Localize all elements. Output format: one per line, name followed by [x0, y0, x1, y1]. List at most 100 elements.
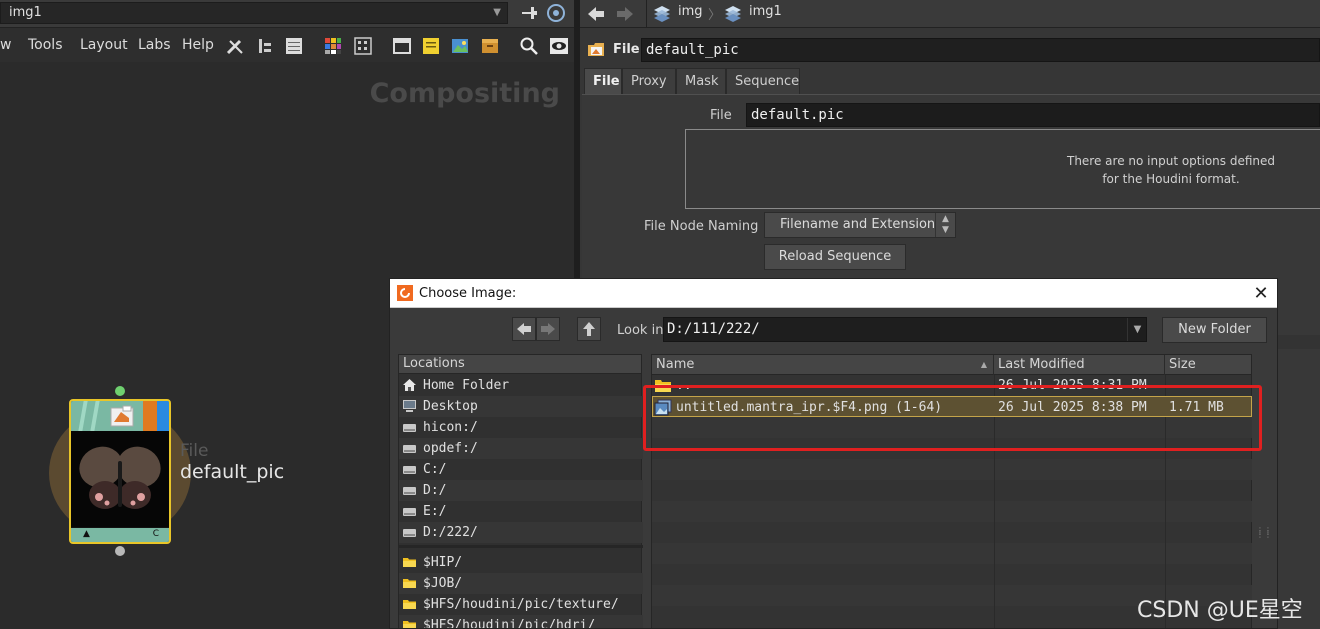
location-c-drive[interactable]: C:/: [399, 459, 643, 480]
drive-icon: [403, 424, 416, 432]
color-palette-icon[interactable]: [323, 36, 343, 56]
tab-file[interactable]: File: [584, 68, 622, 94]
file-node-naming-value: Filename and Extension: [780, 217, 936, 232]
tree-view-icon[interactable]: [255, 36, 275, 56]
bookmark-hip[interactable]: $HIP/: [399, 552, 643, 573]
forward-arrow-icon: [541, 323, 555, 335]
file-path-input[interactable]: default.pic: [746, 103, 1320, 127]
drive-icon: [403, 487, 416, 495]
network-path-bar: img1 ▼: [0, 0, 574, 28]
breadcrumb-img[interactable]: img: [678, 4, 703, 19]
drive-icon: [403, 445, 416, 453]
chevron-down-icon[interactable]: ▼: [493, 3, 501, 23]
node-type-label: File: [180, 441, 209, 461]
bookmark-hfs-texture[interactable]: $HFS/houdini/pic/texture/: [399, 594, 643, 615]
column-modified-label: Last Modified: [998, 357, 1085, 372]
folder-icon: [403, 621, 416, 628]
butterfly-thumbnail-icon: [79, 446, 161, 509]
image-network-icon: [654, 6, 670, 22]
location-e-drive[interactable]: E:/: [399, 501, 643, 522]
asset-box-icon[interactable]: [480, 36, 500, 56]
file-parameter-label: File: [710, 108, 732, 123]
tools-icon[interactable]: [225, 36, 245, 56]
parameter-node-header: File default_pic: [580, 36, 1320, 64]
drive-icon: [403, 529, 416, 537]
locations-panel: Locations Home Folder Desktop hicon:/ op…: [398, 354, 643, 629]
file-node[interactable]: ▲ C: [69, 399, 171, 544]
up-down-arrows-icon: ▲ ▼: [935, 213, 955, 237]
back-arrow-icon: [517, 323, 531, 335]
pin-icon[interactable]: [519, 3, 539, 23]
chevron-down-icon[interactable]: ▼: [1127, 318, 1147, 341]
folder-icon: [403, 558, 416, 567]
location-home-folder[interactable]: Home Folder: [399, 375, 643, 396]
tab-sequence[interactable]: Sequence: [726, 68, 800, 94]
back-button[interactable]: [512, 317, 536, 341]
back-arrow-icon[interactable]: [586, 4, 606, 24]
node-header: [71, 401, 169, 431]
menu-view[interactable]: w: [0, 37, 11, 53]
close-icon[interactable]: ✕: [1251, 283, 1271, 304]
breadcrumb-img1[interactable]: img1: [749, 4, 782, 19]
forward-arrow-icon[interactable]: [615, 4, 635, 24]
menu-tools[interactable]: Tools: [28, 37, 63, 53]
up-arrow-icon: [583, 322, 595, 336]
column-header-size[interactable]: Size: [1165, 355, 1252, 375]
network-menubar: w Tools Layout Labs Help: [0, 32, 574, 60]
file-list-header: Name ▲ Last Modified Size: [652, 355, 1251, 375]
parameter-node-type: File: [613, 42, 640, 57]
node-bypass-flag[interactable]: ▲: [83, 529, 90, 539]
no-options-message-line1: There are no input options defined: [1066, 154, 1276, 168]
choose-image-dialog: Choose Image: ✕ Look in D:/111/222/ ▼ Ne…: [389, 278, 1278, 629]
location-desktop[interactable]: Desktop: [399, 396, 643, 417]
node-name-input[interactable]: default_pic: [641, 38, 1320, 62]
search-icon[interactable]: [519, 36, 539, 56]
sticky-note-icon[interactable]: [421, 36, 441, 56]
network-box-icon[interactable]: [392, 36, 412, 56]
background-image-icon[interactable]: [450, 36, 470, 56]
menu-labs[interactable]: Labs: [138, 37, 171, 53]
desktop-icon: [403, 400, 416, 412]
column-header-last-modified[interactable]: Last Modified: [994, 355, 1165, 375]
resize-grip-icon[interactable]: ⋮⋮ ⋮⋮: [1256, 527, 1272, 541]
location-d-drive[interactable]: D:/: [399, 480, 643, 501]
location-d-222[interactable]: D:/222/: [399, 522, 643, 543]
shape-palette-icon[interactable]: [353, 36, 373, 56]
look-in-input[interactable]: D:/111/222/: [663, 317, 1147, 342]
eye-icon[interactable]: [549, 36, 569, 56]
sort-arrow-icon: ▲: [980, 360, 987, 369]
bookmark-label: $HFS/houdini/pic/hdri/: [423, 618, 596, 629]
node-name-label[interactable]: default_pic: [180, 461, 284, 483]
menu-help[interactable]: Help: [182, 37, 214, 53]
node-input-connector[interactable]: [115, 386, 125, 396]
network-path-field[interactable]: img1 ▼: [0, 2, 508, 24]
node-cook-flag[interactable]: C: [153, 529, 159, 539]
locations-header: Locations: [399, 355, 641, 374]
node-output-connector[interactable]: [115, 546, 125, 556]
tab-mask[interactable]: Mask: [676, 68, 726, 94]
tab-proxy[interactable]: Proxy: [622, 68, 676, 94]
node-footer: ▲ C: [71, 528, 169, 542]
menu-layout[interactable]: Layout: [80, 37, 128, 53]
forward-button[interactable]: [536, 317, 560, 341]
file-node-icon: [110, 405, 134, 427]
bookmark-job[interactable]: $JOB/: [399, 573, 643, 594]
bookmark-hfs-hdri[interactable]: $HFS/houdini/pic/hdri/: [399, 615, 643, 629]
location-opdef[interactable]: opdef:/: [399, 438, 643, 459]
new-folder-button[interactable]: New Folder: [1162, 317, 1267, 343]
file-node-naming-select[interactable]: Filename and Extension ▲ ▼: [764, 212, 956, 238]
houdini-logo-icon: [397, 285, 413, 301]
network-path-text: img1: [9, 5, 42, 20]
column-header-name[interactable]: Name ▲: [652, 355, 994, 375]
dialog-titlebar: Choose Image: ✕: [390, 279, 1277, 308]
houdini-window: img1 ▼ w Tools Layout Labs Help Composit…: [0, 0, 1320, 629]
reload-sequence-button[interactable]: Reload Sequence: [764, 244, 906, 270]
location-hicon[interactable]: hicon:/: [399, 417, 643, 438]
list-view-icon[interactable]: [284, 36, 304, 56]
location-label: Desktop: [423, 399, 478, 414]
column-name-label: Name: [656, 357, 695, 372]
up-folder-button[interactable]: [577, 317, 601, 341]
drive-icon: [403, 508, 416, 516]
look-in-label: Look in: [617, 323, 664, 338]
target-icon[interactable]: [546, 3, 566, 23]
